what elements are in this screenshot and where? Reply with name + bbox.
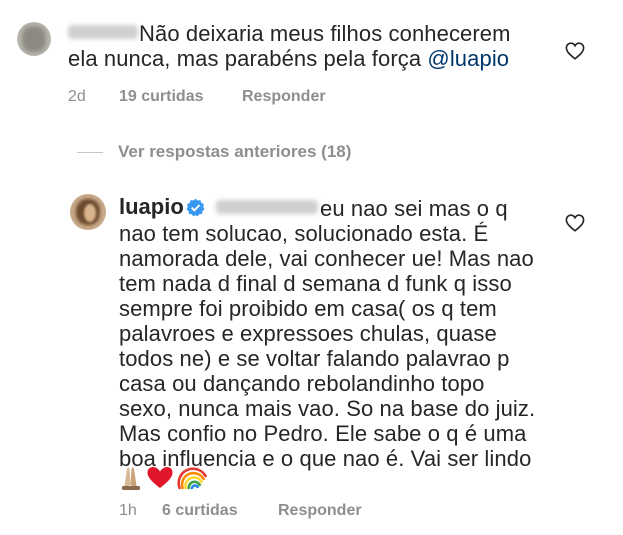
comment-text-line: namorada dele, vai conhecer ue! Mas nao xyxy=(119,246,534,271)
rainbow-emoji xyxy=(177,467,208,490)
reply-button[interactable]: Responder xyxy=(278,502,362,520)
comment-username[interactable]: luapio xyxy=(119,194,184,220)
commenter-avatar[interactable] xyxy=(17,22,51,56)
likes-count[interactable]: 19 curtidas xyxy=(119,88,203,106)
comment-text-line: nao tem solucao, solucionado esta. É xyxy=(119,221,489,246)
redacted-username xyxy=(68,25,138,39)
comment-time: 1h xyxy=(119,502,137,519)
comment-text-line: eu nao sei mas o q xyxy=(320,196,508,221)
red-heart-emoji xyxy=(147,467,173,488)
comment-text-line: Não deixaria meus filhos conhecerem xyxy=(139,21,511,46)
mention-link[interactable]: @luapio xyxy=(427,46,509,71)
replies-divider xyxy=(77,152,103,153)
comment-text-line: ela nunca, mas parabéns pela força @luap… xyxy=(68,46,509,71)
view-previous-replies-button[interactable]: Ver respostas anteriores (18) xyxy=(118,142,351,162)
heart-outline-icon[interactable] xyxy=(565,42,585,60)
likes-count[interactable]: 6 curtidas xyxy=(162,502,238,520)
comment-text-line: casa ou dançando rebolandinho topo xyxy=(119,371,485,396)
heart-outline-icon[interactable] xyxy=(565,214,585,232)
verified-badge-icon xyxy=(186,198,205,217)
comment-time: 2d xyxy=(68,88,86,105)
commenter-avatar[interactable] xyxy=(70,194,106,230)
comment-text: ela nunca, mas parabéns pela força xyxy=(68,46,428,71)
comment-thread: Não deixaria meus filhos conhecerem ela … xyxy=(0,0,623,535)
comment-text-line: todos ne) e se voltar falando palavrao p xyxy=(119,346,510,371)
folded-hands-emoji xyxy=(122,467,140,490)
comment-text-line: sexo, nunca mais vao. So na base do juiz… xyxy=(119,396,536,421)
comment-text-line: sempre foi proibido em casa( os q tem xyxy=(119,296,497,321)
comment-text-line: tem nada d final d semana d funk q isso xyxy=(119,271,512,296)
reply-button[interactable]: Responder xyxy=(242,88,326,106)
emoji-row xyxy=(122,467,208,490)
redacted-mention xyxy=(216,200,318,214)
comment-text-line: palavroes e expressoes chulas, quase xyxy=(119,321,497,346)
comment-text-line: Mas confio no Pedro. Ele sabe o q é uma xyxy=(119,421,527,446)
